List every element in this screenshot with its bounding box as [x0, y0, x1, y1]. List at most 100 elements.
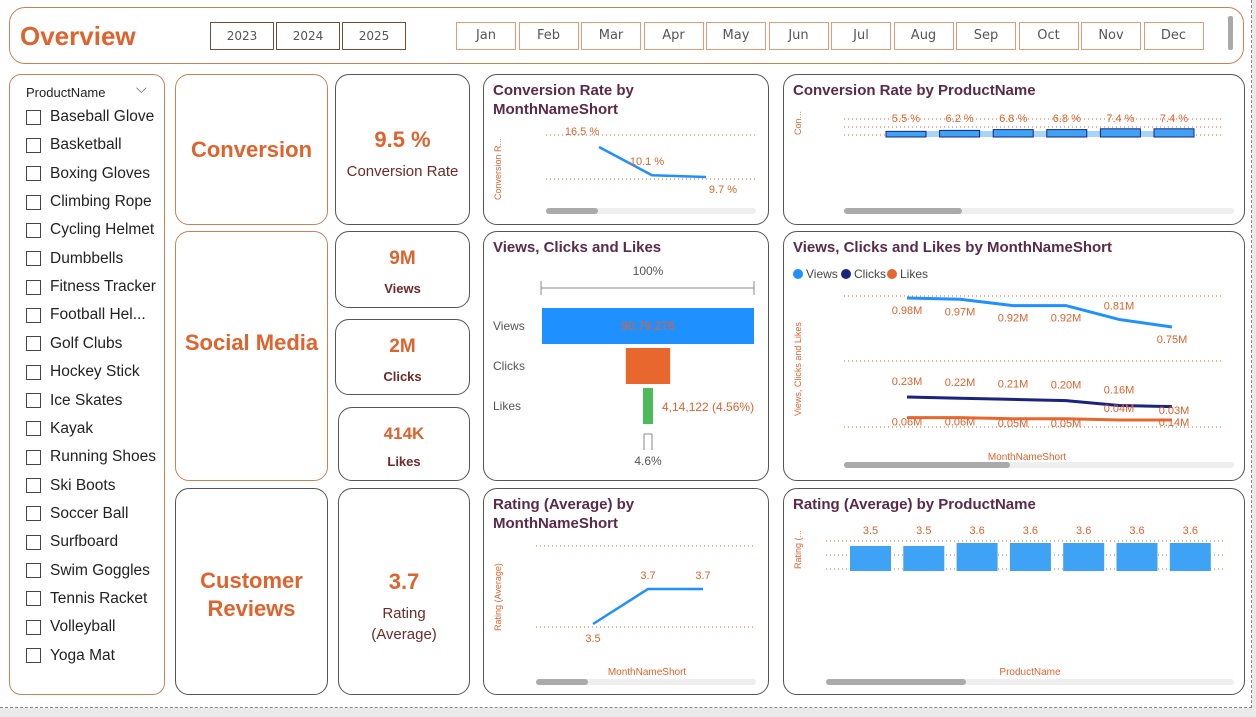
bar[interactable] — [1063, 543, 1105, 571]
bar[interactable] — [1116, 543, 1158, 571]
kpi-views-value: 9M — [389, 248, 416, 269]
data-label: 3.5 — [585, 633, 600, 645]
slicer-item-label: Climbing Rope — [50, 193, 152, 211]
bar[interactable] — [903, 546, 945, 571]
month-button-oct[interactable]: Oct — [1018, 22, 1079, 50]
slicer-item[interactable]: Cycling Helmet — [26, 219, 154, 241]
slicer-item[interactable]: Volleyball — [26, 616, 116, 638]
checkbox[interactable] — [26, 393, 41, 408]
month-button-jun[interactable]: Jun — [768, 22, 829, 50]
chevron-down-icon[interactable]: ⌵ — [136, 81, 147, 97]
slicer-item[interactable]: Surfboard — [26, 531, 118, 553]
bar[interactable] — [1099, 128, 1141, 138]
checkbox[interactable] — [26, 563, 41, 579]
month-button-may[interactable]: May — [706, 22, 766, 50]
checkbox[interactable] — [26, 591, 41, 607]
funnel-bar-likes[interactable] — [643, 388, 653, 424]
slicer-item[interactable]: Hockey Stick — [26, 361, 140, 383]
checkbox[interactable] — [26, 279, 41, 295]
checkbox[interactable] — [26, 421, 41, 437]
reviews-section-label-2: Reviews — [207, 596, 296, 621]
funnel-svg: 100% Views Clicks Likes 90,79,276 4,14,122 (… — [493, 264, 755, 468]
checkbox[interactable] — [26, 307, 41, 323]
data-label: 3.5 — [863, 525, 878, 537]
scrollbar-thumb[interactable] — [844, 462, 1010, 468]
checkbox[interactable] — [26, 336, 41, 352]
checkbox[interactable] — [26, 222, 41, 238]
slicer-item[interactable]: Kayak — [26, 418, 93, 440]
month-button-aug[interactable]: Aug — [893, 22, 954, 50]
bar[interactable] — [1046, 129, 1088, 138]
reviews-section-card: Customer Reviews — [175, 488, 328, 695]
bar[interactable] — [992, 129, 1034, 138]
legend-marker — [887, 269, 897, 279]
data-label: 7.4 % — [1160, 113, 1188, 125]
checkbox[interactable] — [26, 137, 41, 153]
year-button-2024[interactable]: 2024 — [276, 22, 340, 50]
slicer-item[interactable]: Boxing Gloves — [26, 163, 150, 185]
social-section-card: Social Media — [175, 231, 328, 481]
checkbox[interactable] — [26, 364, 41, 380]
month-button-dec[interactable]: Dec — [1143, 22, 1204, 50]
checkbox[interactable] — [26, 449, 41, 465]
checkbox[interactable] — [26, 534, 41, 550]
data-label: 6.2 % — [946, 113, 974, 125]
slicer-item-label: Fitness Tracker — [50, 278, 156, 296]
month-button-jul[interactable]: Jul — [831, 22, 891, 50]
scrollbar-thumb[interactable] — [546, 208, 598, 214]
bar[interactable] — [956, 543, 998, 571]
bar[interactable] — [1169, 543, 1211, 571]
bar[interactable] — [850, 546, 891, 571]
checkbox[interactable] — [26, 619, 41, 635]
month-button-mar[interactable]: Mar — [581, 22, 641, 50]
slicer-item[interactable]: Football Hel... — [26, 304, 146, 326]
checkbox[interactable] — [26, 478, 41, 494]
data-label: 6.8 % — [999, 113, 1027, 125]
data-label: 3.7 — [640, 570, 655, 582]
month-button-sep[interactable]: Sep — [956, 22, 1016, 50]
month-button-feb[interactable]: Feb — [518, 22, 579, 50]
funnel-bar-clicks[interactable] — [625, 348, 671, 384]
bar[interactable] — [885, 130, 927, 138]
slicer-item[interactable]: Fitness Tracker — [26, 276, 156, 298]
rating-line[interactable] — [592, 587, 703, 626]
funnel-category-label: Likes — [493, 399, 521, 413]
slicer-item[interactable]: Dumbbells — [26, 248, 123, 270]
checkbox[interactable] — [26, 648, 41, 664]
scrollbar-thumb[interactable] — [826, 679, 966, 685]
data-label: 0.97M — [945, 306, 976, 318]
slicer-item[interactable]: Soccer Ball — [26, 503, 128, 525]
conversion-section-label: Conversion — [190, 136, 313, 162]
slicer-item[interactable]: Baseball Glove — [26, 106, 154, 128]
slicer-item[interactable]: Golf Clubs — [26, 333, 122, 355]
month-button-jan[interactable]: Jan — [456, 22, 516, 50]
slicer-item-label: Tennis Racket — [50, 589, 148, 607]
month-button-nov[interactable]: Nov — [1081, 22, 1141, 50]
slicer-item[interactable]: Climbing Rope — [26, 191, 152, 213]
slicer-item[interactable]: Ice Skates — [26, 390, 122, 412]
slicer-item[interactable]: Running Shoes — [26, 446, 156, 468]
bar[interactable] — [939, 129, 981, 138]
slicer-item[interactable]: Ski Boots — [26, 475, 115, 497]
checkbox[interactable] — [26, 251, 41, 267]
checkbox[interactable] — [26, 109, 41, 125]
conv-month-chart: Conversion Rate by MonthNameShort Convers… — [483, 74, 769, 225]
scrollbar-thumb[interactable] — [844, 208, 962, 214]
data-label: 3.7 — [695, 570, 710, 582]
bar[interactable] — [1153, 128, 1195, 138]
slicer-item[interactable]: Tennis Racket — [26, 588, 147, 610]
month-button-apr[interactable]: Apr — [643, 22, 704, 50]
slicer-item[interactable]: Yoga Mat — [26, 645, 115, 667]
scrollbar-thumb[interactable] — [536, 679, 588, 685]
header-scrollbar[interactable] — [1228, 16, 1233, 50]
slicer-item-label: Running Shoes — [50, 448, 156, 466]
year-button-2025[interactable]: 2025 — [342, 22, 406, 50]
checkbox[interactable] — [26, 166, 41, 182]
year-button-2023[interactable]: 2023 — [210, 22, 274, 50]
checkbox[interactable] — [26, 194, 41, 210]
bar[interactable] — [1009, 543, 1051, 571]
slicer-item[interactable]: Swim Goggles — [26, 560, 150, 582]
funnel-views-value: 90,79,276 — [621, 319, 675, 333]
checkbox[interactable] — [26, 506, 41, 522]
slicer-item[interactable]: Basketball — [26, 134, 122, 156]
